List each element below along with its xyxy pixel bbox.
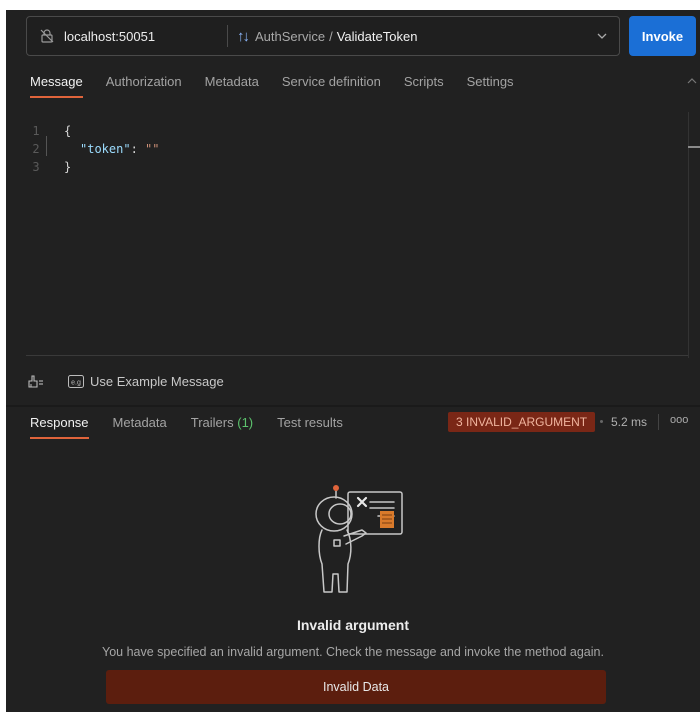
request-tabs: Message Authorization Metadata Service d… (30, 68, 537, 98)
tab-message[interactable]: Message (30, 68, 83, 98)
error-details-box: Invalid Data (106, 670, 606, 704)
code-text: { (64, 124, 72, 138)
request-bar: localhost:50051 ↑↓ AuthService / Validat… (26, 16, 620, 56)
example-icon-text: e.g (71, 379, 81, 386)
tab-test-results[interactable]: Test results (277, 410, 343, 440)
editor-line: 1 { (26, 122, 71, 140)
status-badge: 3 INVALID_ARGUMENT (448, 412, 596, 432)
grpc-request-panel: localhost:50051 ↑↓ AuthService / Validat… (6, 10, 700, 712)
tab-response-metadata[interactable]: Metadata (113, 410, 167, 440)
tab-scripts[interactable]: Scripts (404, 68, 444, 98)
service-name: AuthService (255, 28, 326, 44)
url-text: localhost:50051 (64, 28, 156, 44)
bar-divider (227, 25, 228, 47)
tab-metadata[interactable]: Metadata (205, 68, 259, 98)
use-example-message-button[interactable]: Use Example Message (90, 374, 224, 389)
chevron-up-icon[interactable] (686, 76, 698, 86)
method-selector[interactable]: ↑↓ AuthService / ValidateToken (237, 17, 417, 55)
code-text: "token": "" (80, 142, 160, 156)
error-title: Invalid argument (296, 617, 410, 633)
editor-scrollbar[interactable] (688, 112, 700, 358)
tab-trailers[interactable]: Trailers (1) (191, 410, 253, 440)
response-tabs: Response Metadata Trailers (1) Test resu… (30, 410, 367, 440)
tab-response[interactable]: Response (30, 410, 89, 440)
line-number: 2 (32, 142, 40, 156)
editor-line: 3 } (26, 158, 71, 176)
tab-service-definition[interactable]: Service definition (282, 68, 381, 98)
invoke-button[interactable]: Invoke (629, 16, 696, 56)
trailers-label: Trailers (190, 415, 234, 430)
response-time: 5.2 ms (611, 415, 648, 429)
trailers-count: (1) (237, 415, 254, 430)
error-description: You have specified an invalid argument. … (102, 645, 604, 659)
tab-settings[interactable]: Settings (467, 68, 514, 98)
method-name: ValidateToken (336, 28, 418, 44)
insecure-lock-icon (40, 29, 54, 43)
tab-authorization[interactable]: Authorization (106, 68, 182, 98)
pane-splitter[interactable] (6, 405, 700, 407)
chevron-down-icon[interactable] (595, 29, 609, 43)
json-key: "token" (80, 142, 131, 156)
message-editor[interactable]: 1 { 2 "token": "" 3 } (26, 110, 688, 356)
status-divider (658, 414, 659, 430)
beautify-icon[interactable] (26, 372, 44, 390)
url-field[interactable]: localhost:50051 (27, 17, 227, 55)
example-icon: e.g (68, 374, 84, 388)
editor-toolbar: e.g Use Example Message (26, 370, 224, 392)
json-colon: : (130, 142, 138, 156)
line-number: 3 (32, 160, 40, 174)
indent-guide (46, 136, 47, 156)
json-value: "" (145, 142, 160, 156)
more-options-icon[interactable]: ooo (670, 414, 688, 426)
method-separator: / (329, 28, 333, 44)
scrollbar-marker (688, 146, 700, 148)
line-number: 1 (32, 124, 40, 138)
astronaut-illustration-icon (315, 485, 403, 593)
method-arrows-icon: ↑↓ (237, 27, 250, 45)
separator-dot (600, 420, 603, 423)
code-text: } (64, 160, 72, 174)
